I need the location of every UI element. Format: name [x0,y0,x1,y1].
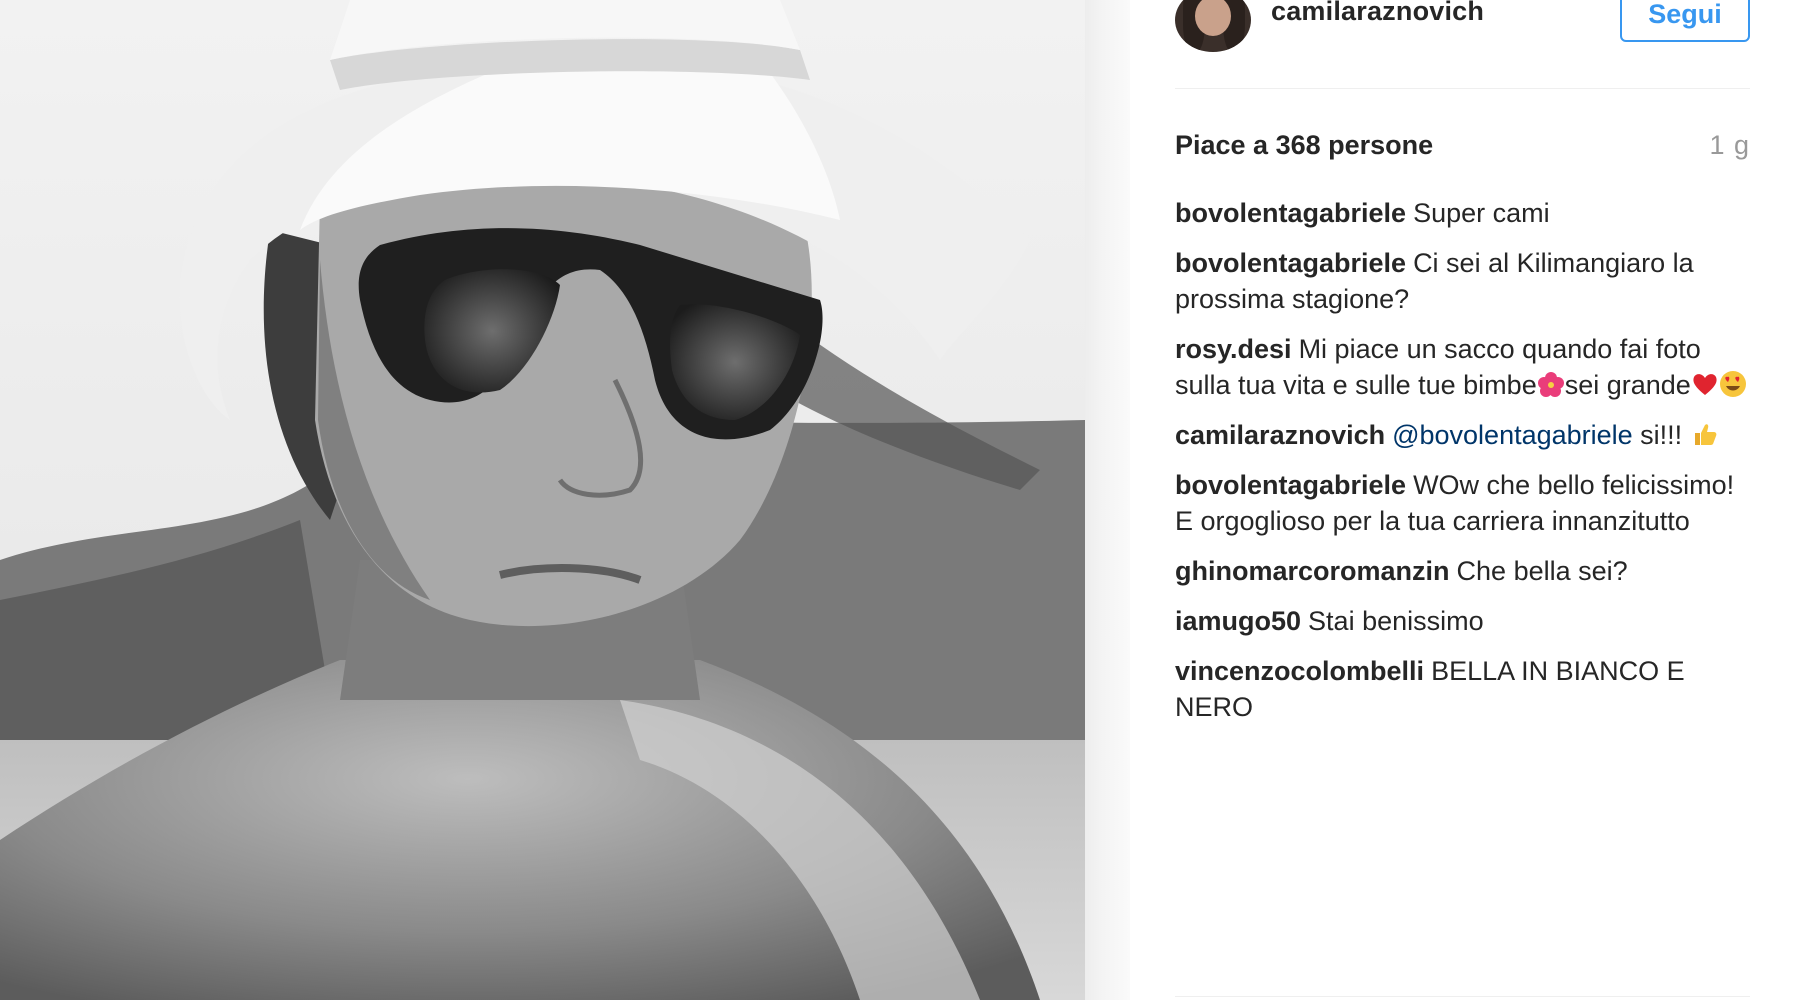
comment-text: Che bella sei? [1456,556,1628,586]
post-photo[interactable] [0,0,1130,1000]
comment-username[interactable]: rosy.desi [1175,334,1292,364]
comment-item: bovolentagabriele Ci sei al Kilimangiaro … [1175,245,1750,317]
comment-text: sei grande [1564,370,1691,400]
photo-image [0,0,1085,1000]
comment-username[interactable]: iamugo50 [1175,606,1301,636]
comment-username[interactable]: bovolentagabriele [1175,198,1406,228]
comment-item: camilaraznovich @bovolentagabriele si!!! [1175,417,1750,453]
mention-link[interactable]: @bovolentagabriele [1392,420,1633,450]
comment-item: bovolentagabriele WOw che bello felicissi… [1175,467,1750,539]
photo-edge [1085,0,1130,1000]
comment-text: Stai benissimo [1308,606,1484,636]
comment-username[interactable]: vincenzocolombelli [1175,656,1424,686]
comment-item: rosy.desi Mi piace un sacco quando fai fo… [1175,331,1750,403]
comment-text: Super cami [1413,198,1550,228]
hibiscus-emoji [1537,372,1564,397]
comment-item: bovolentagabriele Super cami [1175,195,1750,231]
heart-eyes-emoji [1719,371,1746,397]
post-side-panel: camilaraznovich Segui Piace a 368 person… [1175,0,1750,1000]
comments-list: bovolentagabriele Super cami bovolentagab… [1175,195,1750,725]
avatar[interactable] [1175,0,1251,52]
comment-item: iamugo50 Stai benissimo [1175,603,1750,639]
comment-text: si!!! [1632,420,1690,450]
red-heart-emoji [1693,374,1717,395]
comment-username[interactable]: bovolentagabriele [1175,470,1406,500]
thumbs-up-emoji [1694,424,1717,445]
comment-item: vincenzocolombelli BELLA IN BIANCO E NERO [1175,653,1750,725]
comment-item: ghinomarcoromanzin Che bella sei? [1175,553,1750,589]
divider [1175,996,1750,997]
post-time[interactable]: 1 g [1709,130,1750,161]
comment-username[interactable]: bovolentagabriele [1175,248,1406,278]
likes-count[interactable]: Piace a 368 persone [1175,130,1433,161]
comment-username[interactable]: ghinomarcoromanzin [1175,556,1450,586]
username-link[interactable]: camilaraznovich [1271,0,1484,27]
comment-username[interactable]: camilaraznovich [1175,420,1385,450]
follow-button[interactable]: Segui [1620,0,1750,42]
likes-row: Piace a 368 persone 1 g [1175,89,1750,173]
post-header: camilaraznovich Segui [1175,0,1750,89]
